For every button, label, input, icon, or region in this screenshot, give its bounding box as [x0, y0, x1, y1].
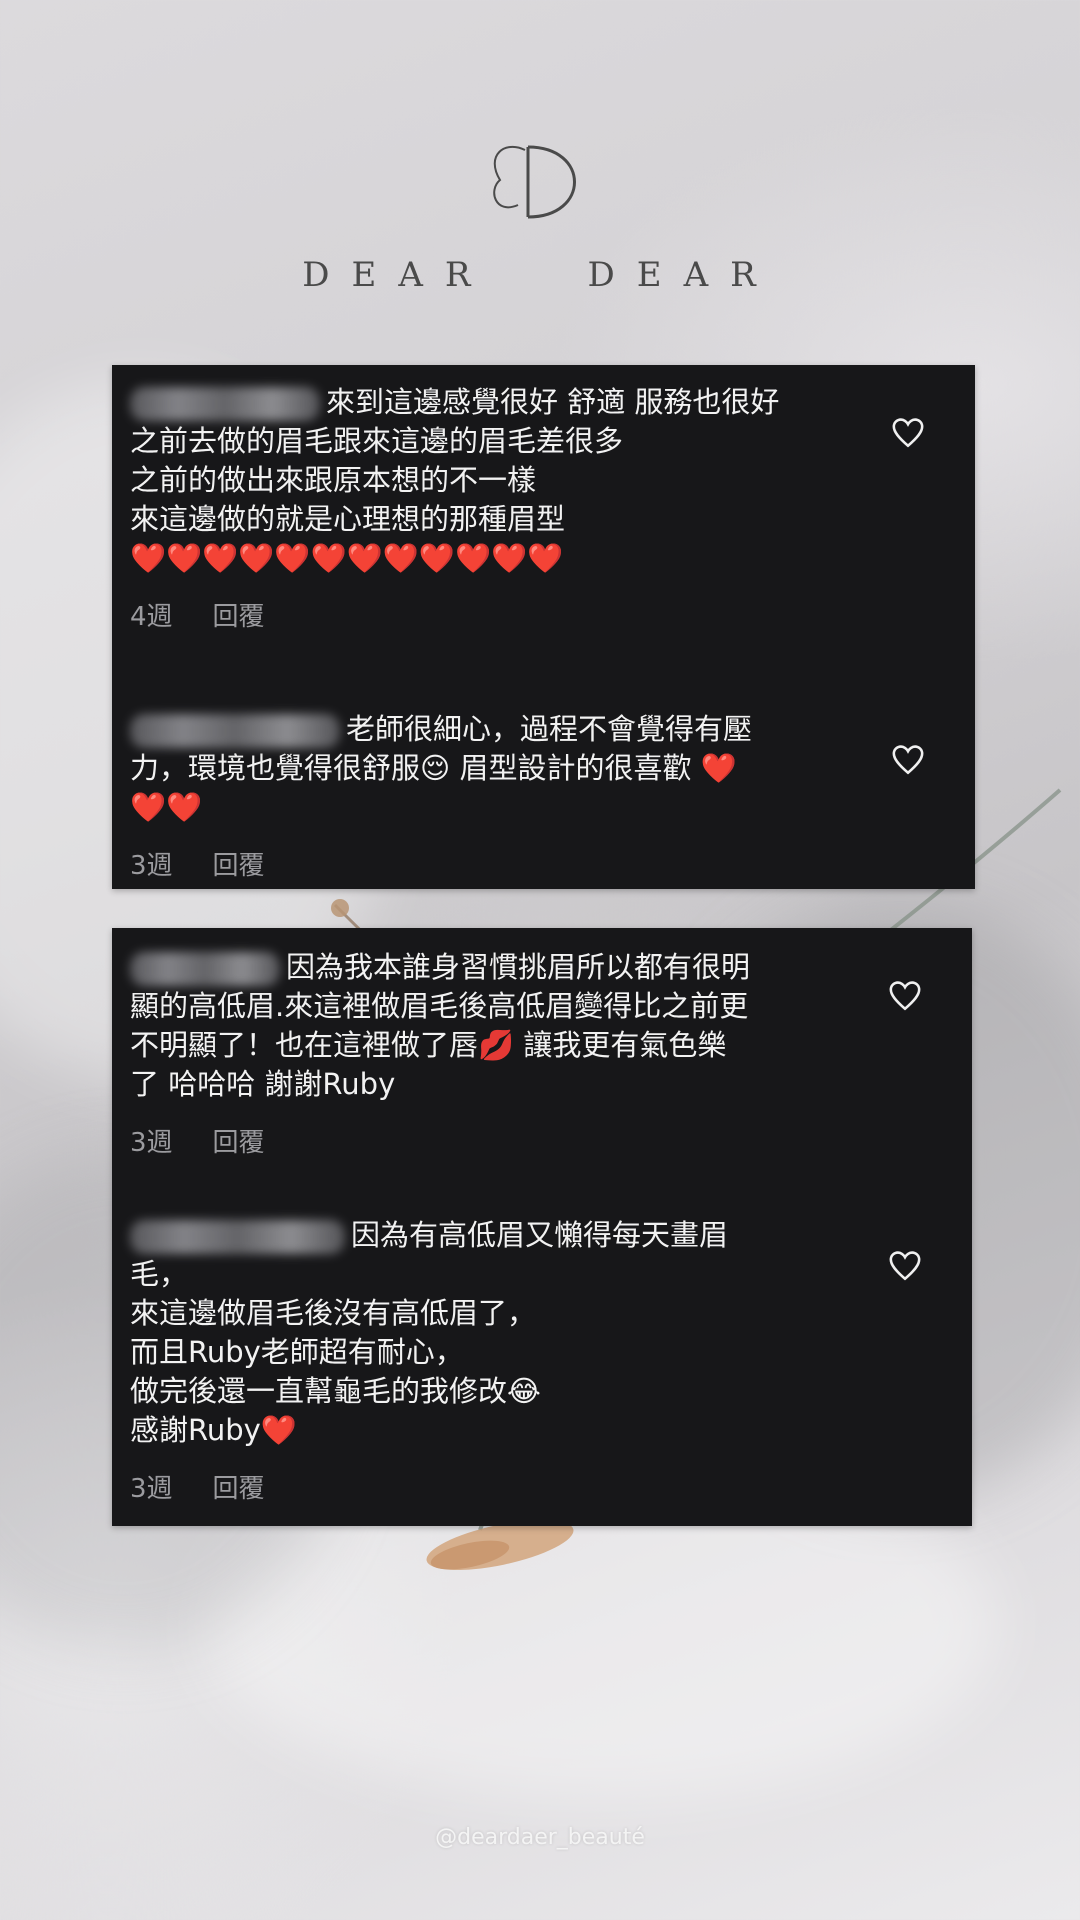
reply-button[interactable]: 回覆: [213, 1468, 265, 1505]
heart-outline-icon[interactable]: [891, 417, 925, 449]
blurred-username: [130, 714, 340, 748]
brand-header: DEAR DEAR: [0, 135, 1080, 295]
blurred-username: [130, 952, 280, 986]
comment-time: 4週: [130, 602, 173, 632]
comment-item: 因為有高低眉又懶得每天畫眉 毛， 來這邊做眉毛後沒有高低眉了， 而且Ruby老師…: [130, 1216, 954, 1505]
logo-butterfly-d: [493, 145, 576, 219]
brand-word-left: DEAR: [302, 255, 493, 295]
comment-time: 3週: [130, 851, 173, 881]
comment-time: 3週: [130, 1128, 173, 1158]
blurred-username: [130, 387, 320, 421]
comment-item: 來到這邊感覺很好 舒適 服務也很好 之前去做的眉毛跟來這邊的眉毛差很多 之前的做…: [130, 383, 957, 633]
reply-button[interactable]: 回覆: [213, 845, 265, 882]
comment-item: 因為我本誰身習慣挑眉所以都有很明 顯的高低眉.來這裡做眉毛後高低眉變得比之前更 …: [130, 948, 954, 1159]
comment-item: 老師很細心，過程不會覺得有壓 力，環境也覺得很舒服😌 眉型設計的很喜歡 ❤️ ❤…: [130, 710, 957, 882]
reply-button[interactable]: 回覆: [213, 1122, 265, 1159]
comment-time: 3週: [130, 1474, 173, 1504]
reply-button[interactable]: 回覆: [213, 596, 265, 633]
instagram-handle: @deardaer_beauté: [435, 1825, 645, 1850]
heart-outline-icon[interactable]: [888, 980, 922, 1012]
review-card-2: 因為我本誰身習慣挑眉所以都有很明 顯的高低眉.來這裡做眉毛後高低眉變得比之前更 …: [112, 928, 972, 1526]
review-card-1: 來到這邊感覺很好 舒適 服務也很好 之前去做的眉毛跟來這邊的眉毛差很多 之前的做…: [112, 365, 975, 889]
blurred-username: [130, 1220, 345, 1254]
heart-outline-icon[interactable]: [891, 744, 925, 776]
heart-outline-icon[interactable]: [888, 1250, 922, 1282]
brand-word-right: DEAR: [587, 255, 778, 295]
